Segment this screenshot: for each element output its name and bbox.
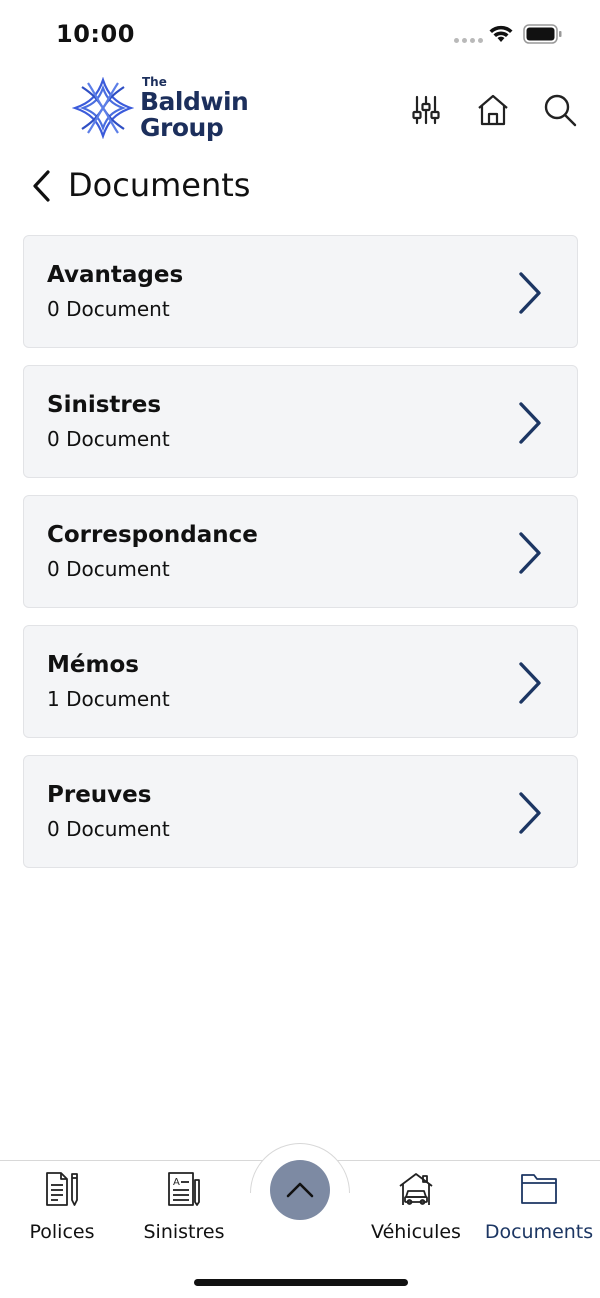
page-title-row: Documents bbox=[0, 160, 600, 212]
chevron-left-icon bbox=[33, 170, 50, 202]
tab-documents[interactable]: Documents bbox=[479, 1169, 599, 1249]
claim-form-icon: A bbox=[168, 1172, 200, 1206]
chevron-right-icon bbox=[519, 662, 541, 704]
category-count: 0 Document bbox=[47, 297, 170, 321]
category-title: Mémos bbox=[47, 652, 139, 678]
car-garage-icon bbox=[399, 1173, 433, 1205]
logo-group: Group bbox=[140, 113, 224, 142]
app-header: The Baldwin Group bbox=[0, 66, 600, 156]
tab-label: Polices bbox=[29, 1221, 95, 1243]
category-title: Correspondance bbox=[47, 522, 258, 548]
category-title: Preuves bbox=[47, 782, 152, 808]
cellular-signal-icon bbox=[454, 38, 483, 43]
chevron-up-icon bbox=[286, 1182, 314, 1198]
tab-sinistres[interactable]: A Sinistres bbox=[124, 1169, 244, 1249]
filter-button[interactable] bbox=[406, 90, 446, 130]
category-count: 0 Document bbox=[47, 817, 170, 841]
chevron-right-icon bbox=[519, 402, 541, 444]
back-button[interactable] bbox=[24, 166, 58, 206]
status-bar: 10:00 bbox=[0, 0, 600, 66]
category-memos[interactable]: Mémos 1 Document bbox=[23, 625, 578, 738]
status-time: 10:00 bbox=[56, 20, 135, 48]
category-avantages[interactable]: Avantages 0 Document bbox=[23, 235, 578, 348]
category-preuves[interactable]: Preuves 0 Document bbox=[23, 755, 578, 868]
category-count: 0 Document bbox=[47, 427, 170, 451]
category-title: Avantages bbox=[47, 262, 184, 288]
tab-label: Sinistres bbox=[143, 1221, 225, 1243]
chevron-right-icon bbox=[519, 792, 541, 834]
tab-polices[interactable]: Polices bbox=[2, 1169, 122, 1249]
home-button[interactable] bbox=[473, 90, 513, 130]
filter-sliders-icon bbox=[412, 95, 440, 125]
category-sinistres[interactable]: Sinistres 0 Document bbox=[23, 365, 578, 478]
category-correspondance[interactable]: Correspondance 0 Document bbox=[23, 495, 578, 608]
logo-baldwin: Baldwin bbox=[140, 87, 249, 116]
tab-vehicules[interactable]: Véhicules bbox=[356, 1169, 476, 1249]
expand-menu-button[interactable] bbox=[270, 1160, 330, 1220]
chevron-right-icon bbox=[519, 532, 541, 574]
folder-icon bbox=[521, 1174, 557, 1204]
category-title: Sinistres bbox=[47, 392, 162, 418]
category-count: 0 Document bbox=[47, 557, 170, 581]
category-count: 1 Document bbox=[47, 687, 170, 711]
document-category-list: Avantages 0 Document Sinistres 0 Documen… bbox=[23, 235, 578, 885]
search-button[interactable] bbox=[540, 90, 580, 130]
search-icon bbox=[544, 94, 577, 127]
home-icon bbox=[478, 94, 508, 126]
svg-text:A: A bbox=[173, 1177, 180, 1188]
tab-label: Véhicules bbox=[371, 1221, 461, 1243]
page-title: Documents bbox=[68, 166, 251, 204]
policy-document-icon bbox=[46, 1172, 78, 1206]
wifi-icon bbox=[489, 25, 513, 42]
tab-label: Documents bbox=[484, 1221, 594, 1243]
baldwin-logo-mark-icon bbox=[72, 77, 134, 139]
baldwin-logo: The Baldwin Group bbox=[72, 76, 249, 142]
battery-icon bbox=[523, 24, 562, 44]
home-indicator bbox=[194, 1279, 408, 1286]
chevron-right-icon bbox=[519, 272, 541, 314]
